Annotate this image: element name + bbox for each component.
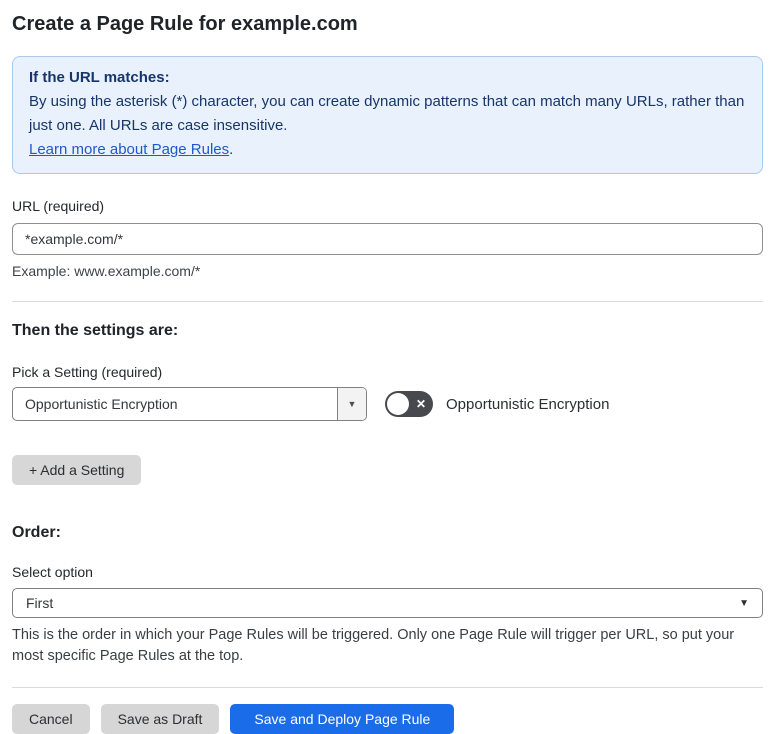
learn-more-link[interactable]: Learn more about Page Rules xyxy=(29,141,229,158)
toggle-label: Opportunistic Encryption xyxy=(446,395,610,413)
opportunistic-encryption-toggle[interactable]: ✕ xyxy=(385,391,433,417)
chevron-down-icon: ▼ xyxy=(347,399,357,409)
cancel-button[interactable]: Cancel xyxy=(12,704,90,734)
link-suffix: . xyxy=(229,141,234,158)
info-heading: If the URL matches: xyxy=(29,69,170,86)
url-field-label: URL (required) xyxy=(12,198,105,214)
page-rule-form: Create a Page Rule for example.com If th… xyxy=(0,12,775,734)
setting-select-arrow-button[interactable]: ▼ xyxy=(337,388,366,420)
save-as-draft-button[interactable]: Save as Draft xyxy=(100,704,220,734)
divider xyxy=(12,301,763,302)
save-and-deploy-button[interactable]: Save and Deploy Page Rule xyxy=(230,704,455,734)
settings-section-heading: Then the settings are: xyxy=(12,322,179,339)
order-section-heading: Order: xyxy=(12,524,61,541)
url-input[interactable] xyxy=(12,223,763,255)
pick-setting-label: Pick a Setting (required) xyxy=(12,364,163,380)
info-link-line: Learn more about Page Rules. xyxy=(29,138,746,162)
setting-select-value: Opportunistic Encryption xyxy=(25,396,178,412)
order-select-label: Select option xyxy=(12,564,93,580)
setting-select[interactable]: Opportunistic Encryption ▼ xyxy=(12,387,367,421)
order-select[interactable]: First ▼ xyxy=(12,588,763,618)
order-help-text: This is the order in which your Page Rul… xyxy=(12,627,735,664)
setting-row: Opportunistic Encryption ▼ ✕ Opportunist… xyxy=(12,387,763,421)
page-title: Create a Page Rule for example.com xyxy=(12,13,358,35)
url-example-text: Example: www.example.com/* xyxy=(12,263,201,279)
add-setting-button[interactable]: + Add a Setting xyxy=(12,455,142,485)
toggle-knob xyxy=(387,393,409,415)
footer-actions: Cancel Save as Draft Save and Deploy Pag… xyxy=(12,704,763,734)
toggle-off-x-icon: ✕ xyxy=(415,397,426,411)
divider xyxy=(12,687,763,688)
url-match-info-callout: If the URL matches: By using the asteris… xyxy=(12,56,763,174)
chevron-down-icon: ▼ xyxy=(739,597,749,609)
order-select-value: First xyxy=(26,595,54,611)
info-body: By using the asterisk (*) character, you… xyxy=(29,93,745,134)
